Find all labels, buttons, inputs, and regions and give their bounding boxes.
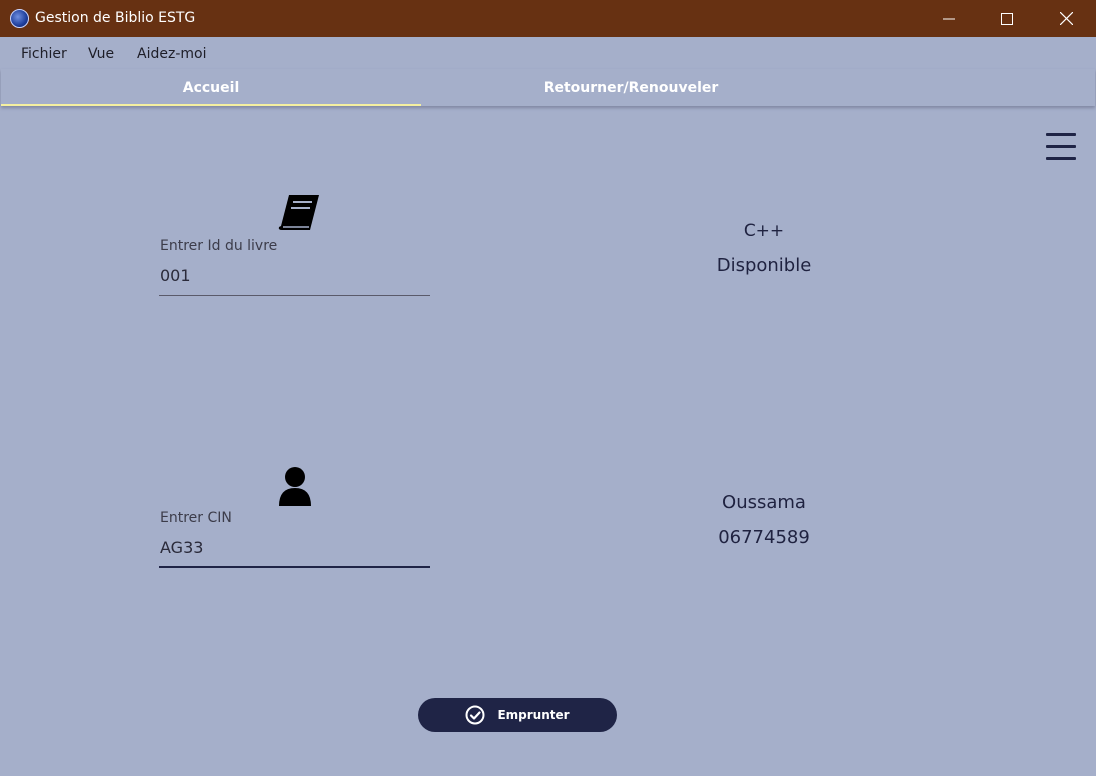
- close-icon: [1059, 12, 1073, 25]
- menu-bar: Fichier Vue Aidez-moi: [1, 37, 1095, 69]
- emprunter-label: Emprunter: [497, 708, 570, 722]
- tab-bar: Accueil Retourner/Renouveler: [1, 69, 1095, 106]
- book-id-input[interactable]: [160, 263, 430, 287]
- cin-input[interactable]: [160, 535, 430, 559]
- hamburger-line: [1046, 133, 1076, 136]
- maximize-button[interactable]: [978, 0, 1036, 37]
- window-title: Gestion de Biblio ESTG: [35, 10, 196, 26]
- menu-vue[interactable]: Vue: [88, 46, 114, 62]
- cin-label: Entrer CIN: [160, 510, 232, 526]
- minimize-icon: [943, 18, 955, 19]
- book-status-text: Disponible: [716, 255, 812, 276]
- user-phone-text: 06774589: [718, 527, 810, 548]
- hamburger-menu-button[interactable]: [1046, 133, 1076, 161]
- tab-accueil[interactable]: Accueil: [1, 69, 421, 106]
- user-name-text: Oussama: [722, 492, 806, 513]
- cin-underline: [159, 566, 430, 568]
- book-id-underline: [159, 295, 430, 296]
- title-bar: Gestion de Biblio ESTG: [0, 0, 1096, 37]
- user-icon: [279, 467, 311, 506]
- maximize-icon: [1001, 12, 1013, 25]
- close-button[interactable]: [1037, 0, 1095, 37]
- book-title-text: C++: [743, 221, 785, 241]
- emprunter-button[interactable]: Emprunter: [418, 698, 617, 732]
- tab-retourner-renouveler[interactable]: Retourner/Renouveler: [421, 69, 841, 106]
- check-circle-icon: [465, 705, 485, 725]
- app-logo-icon: [10, 9, 29, 28]
- book-id-label: Entrer Id du livre: [160, 238, 278, 254]
- minimize-button[interactable]: [920, 0, 978, 37]
- hamburger-line: [1046, 157, 1076, 160]
- menu-aidez-moi[interactable]: Aidez-moi: [137, 46, 206, 62]
- book-icon: [278, 195, 319, 230]
- hamburger-line: [1046, 145, 1076, 148]
- menu-fichier[interactable]: Fichier: [21, 46, 67, 62]
